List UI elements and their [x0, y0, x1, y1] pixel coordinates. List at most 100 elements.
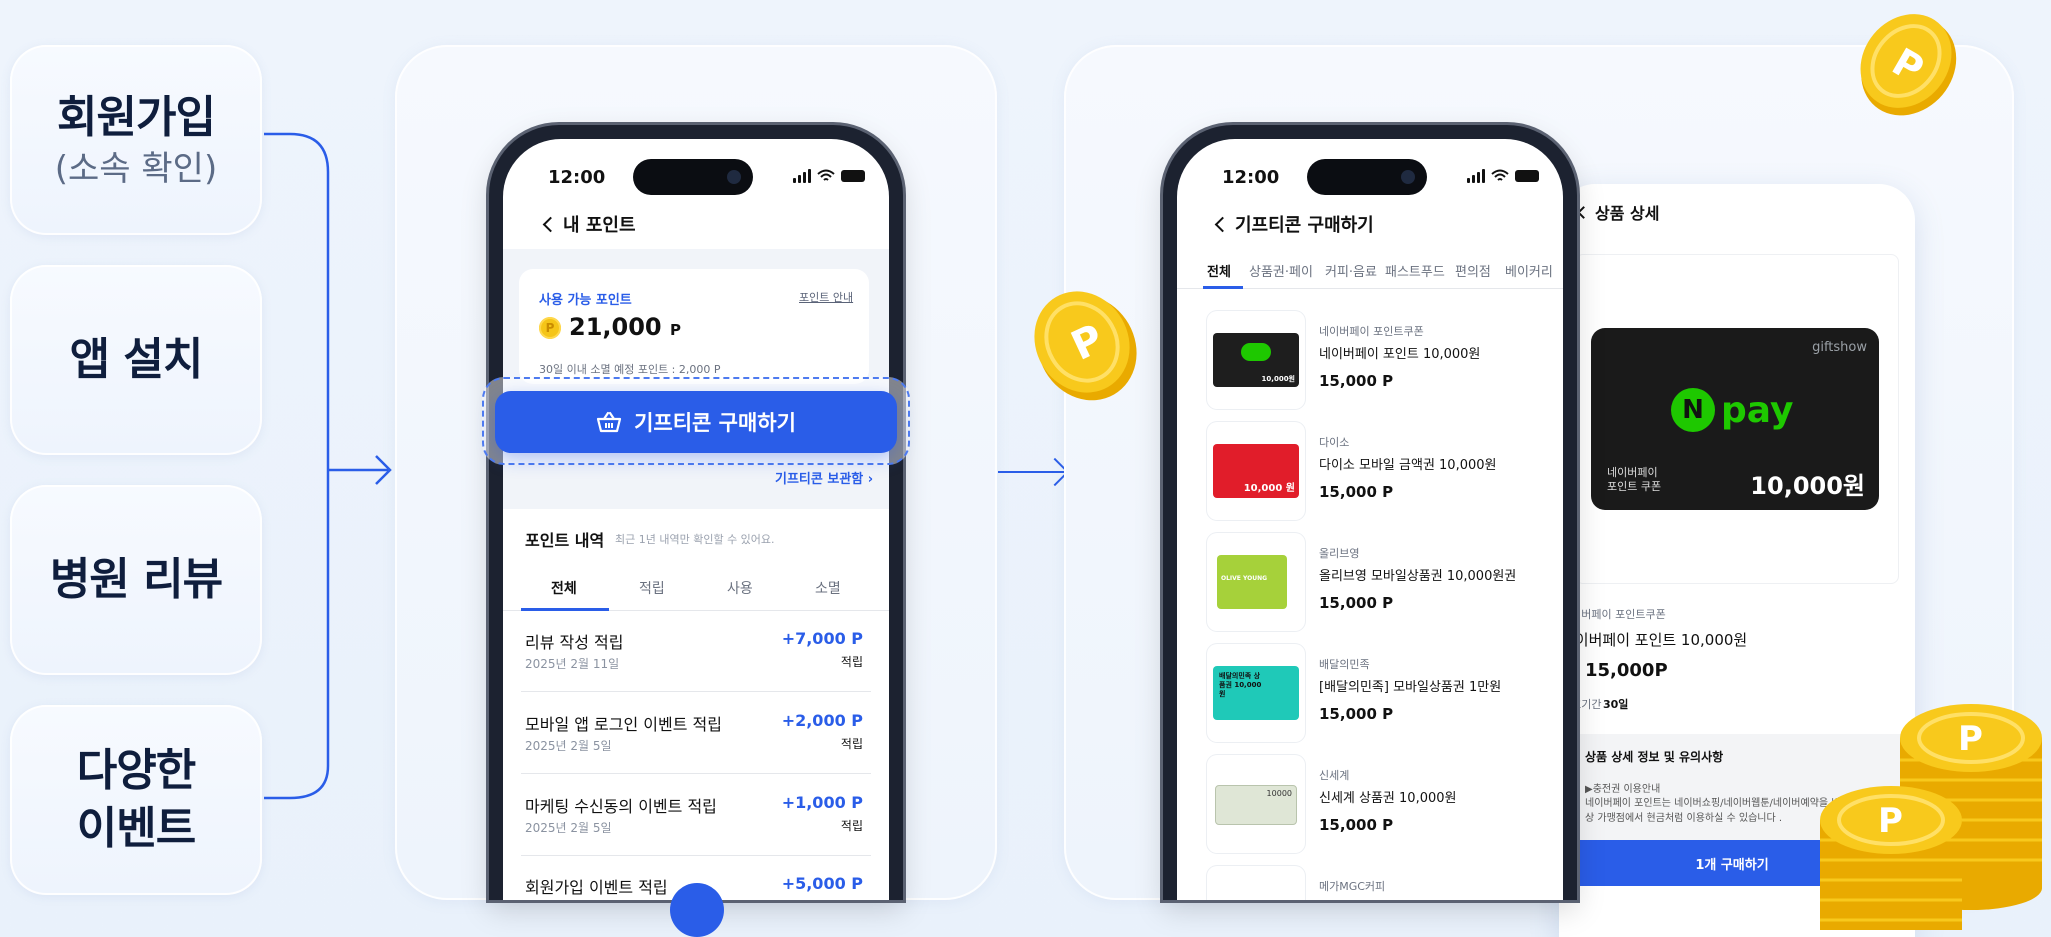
- history-item-title: 회원가입 이벤트 적립: [525, 878, 668, 897]
- shinsegae-card-image: 10000: [1215, 785, 1297, 825]
- valid-value: 30일: [1603, 698, 1629, 711]
- category-tab-bakery[interactable]: 베이커리: [1505, 261, 1553, 280]
- oliveyoung-card-image: OLIVE YOUNG: [1217, 555, 1287, 609]
- card-caption: 네이버페이 포인트 쿠폰: [1607, 466, 1662, 493]
- goods-thumbnail[interactable]: [1207, 866, 1305, 900]
- back-icon[interactable]: [542, 216, 559, 233]
- row-divider: [521, 691, 871, 692]
- available-label: 사용 가능 포인트: [539, 293, 632, 308]
- history-item-title: 리뷰 작성 적립: [525, 633, 624, 652]
- tab-active-indicator: [1203, 286, 1243, 289]
- phone-screen: 12:00 기프티콘 구매하기 전체 상품권·페이 커피·음료 패스트푸드 편의…: [1177, 139, 1563, 900]
- goods-thumbnail[interactable]: 배달의민족 상품권 10,000원: [1207, 644, 1305, 742]
- npay-n-icon: N: [1671, 388, 1715, 432]
- category-tab-convenience[interactable]: 편의점: [1455, 261, 1491, 280]
- signal-icon: [793, 169, 811, 183]
- floating-action-button[interactable]: [670, 883, 724, 937]
- step-title: 앱 설치: [69, 334, 204, 385]
- npay-card-image: 10,000원: [1213, 333, 1299, 387]
- goods-name[interactable]: [배달의민족] 모바일상품권 1만원: [1319, 676, 1501, 695]
- npay-logo: N pay: [1671, 388, 1793, 432]
- gifticon-storage-link[interactable]: 기프티콘 보관함 ›: [775, 468, 873, 487]
- phone-screen: 12:00 내 포인트 사용 가능 포인트 포인트 안내 P 21,000 P …: [503, 139, 889, 900]
- goods-thumbnail[interactable]: 10,000 원: [1207, 422, 1305, 520]
- points-guide-link[interactable]: 포인트 안내: [799, 289, 853, 305]
- history-item-amount: +2,000 P: [781, 711, 863, 730]
- row-divider: [521, 773, 871, 774]
- dynamic-island: [633, 159, 753, 195]
- category-tab-coffee[interactable]: 커피·음료: [1325, 261, 1377, 280]
- detail-name: 네이버페이 포인트 10,000원: [1561, 631, 1748, 649]
- thumb-card-text: 10000: [1266, 789, 1292, 798]
- baemin-card-image: 배달의민족 상품권 10,000원: [1213, 666, 1299, 720]
- step-card-review: 병원 리뷰: [10, 485, 262, 675]
- category-tab-fastfood[interactable]: 패스트푸드: [1385, 261, 1445, 280]
- history-item-type: 적립: [840, 655, 863, 669]
- goods-price: 15,000 P: [1319, 483, 1394, 501]
- wifi-icon: [817, 169, 835, 181]
- step-card-events: 다양한 이벤트: [10, 705, 262, 895]
- step-title: 다양한: [76, 745, 196, 796]
- notice-title: 상품 상세 정보 및 유의사항: [1585, 750, 1724, 764]
- thumb-card-text: 10,000 원: [1243, 483, 1295, 494]
- battery-icon: [841, 170, 865, 182]
- back-icon[interactable]: [1577, 206, 1590, 219]
- history-item-amount: +1,000 P: [781, 793, 863, 812]
- coin-icon: P: [1860, 14, 1957, 116]
- svg-text:P: P: [1958, 719, 1983, 759]
- goods-name[interactable]: 올리브영 모바일상품권 10,000원권: [1319, 565, 1516, 584]
- tab-earned[interactable]: 적립: [639, 578, 665, 598]
- point-coin-icon: P: [539, 317, 561, 339]
- step-card-install: 앱 설치: [10, 265, 262, 455]
- buy-gifticon-button[interactable]: 기프티콘 구매하기: [495, 391, 897, 453]
- detail-title: 상품 상세: [1595, 204, 1660, 223]
- category-tab-voucher[interactable]: 상품권·페이: [1249, 261, 1313, 280]
- step-title-line2: 이벤트: [76, 803, 196, 854]
- npay-gift-card: giftshow N pay 네이버페이 포인트 쿠폰 10,000원: [1591, 328, 1879, 510]
- phone-my-points: 12:00 내 포인트 사용 가능 포인트 포인트 안내 P 21,000 P …: [489, 125, 903, 900]
- history-item-date: 2025년 2월 11일: [525, 657, 620, 671]
- page-title: 기프티콘 구매하기: [1235, 215, 1374, 236]
- battery-icon: [1515, 170, 1539, 182]
- tab-used[interactable]: 사용: [727, 578, 753, 598]
- thumb-card-text: OLIVE YOUNG: [1221, 575, 1268, 582]
- goods-thumbnail[interactable]: OLIVE YOUNG: [1207, 533, 1305, 631]
- status-icons: [793, 169, 865, 183]
- goods-brand: 배달의민족: [1319, 658, 1370, 671]
- goods-name[interactable]: 신세계 상품권 10,000원: [1319, 787, 1456, 806]
- goods-brand: 메가MGC커피: [1319, 880, 1386, 893]
- history-item-title: 마케팅 수신동의 이벤트 적립: [525, 797, 717, 816]
- step-card-signup: 회원가입 (소속 확인): [10, 45, 262, 235]
- coin-stack-front: P: [1820, 786, 1962, 930]
- history-item-date: 2025년 2월 5일: [525, 821, 612, 835]
- step-subtitle: (소속 확인): [54, 149, 218, 189]
- npay-wordmark: pay: [1721, 389, 1794, 431]
- card-amount: 10,000원: [1750, 472, 1865, 500]
- goods-thumbnail[interactable]: 10000: [1207, 755, 1305, 853]
- back-icon[interactable]: [1214, 216, 1231, 233]
- dynamic-island: [1307, 159, 1427, 195]
- row-divider: [521, 855, 871, 856]
- signal-icon: [1467, 169, 1485, 183]
- history-item-type: 적립: [840, 819, 863, 833]
- status-icons: [1467, 169, 1539, 183]
- notice-head: ▶충전권 이용안내: [1585, 784, 1661, 795]
- step-title: 병원 리뷰: [49, 554, 223, 605]
- history-item-amount: +5,000 P: [781, 874, 863, 893]
- coin-stack-icon: P P: [1820, 704, 2042, 930]
- history-note: 최근 1년 내역만 확인할 수 있어요.: [615, 533, 775, 546]
- buy-button-label: 기프티콘 구매하기: [634, 411, 796, 435]
- category-tab-all[interactable]: 전체: [1207, 261, 1231, 280]
- goods-thumbnail[interactable]: 10,000원: [1207, 311, 1305, 409]
- goods-name[interactable]: 네이버페이 포인트 10,000원: [1319, 343, 1480, 362]
- goods-name[interactable]: 다이소 모바일 금액권 10,000원: [1319, 454, 1496, 473]
- history-item-date: 2025년 2월 5일: [525, 739, 612, 753]
- history-item-amount: +7,000 P: [781, 629, 863, 648]
- flow-arrow: [998, 471, 1064, 473]
- coin-icon: P: [1034, 291, 1137, 401]
- tab-expired[interactable]: 소멸: [815, 578, 841, 598]
- goods-price: 15,000 P: [1319, 594, 1394, 612]
- daiso-card-image: 10,000 원: [1213, 444, 1299, 498]
- tab-all[interactable]: 전체: [551, 578, 577, 598]
- goods-price: 15,000 P: [1319, 705, 1394, 723]
